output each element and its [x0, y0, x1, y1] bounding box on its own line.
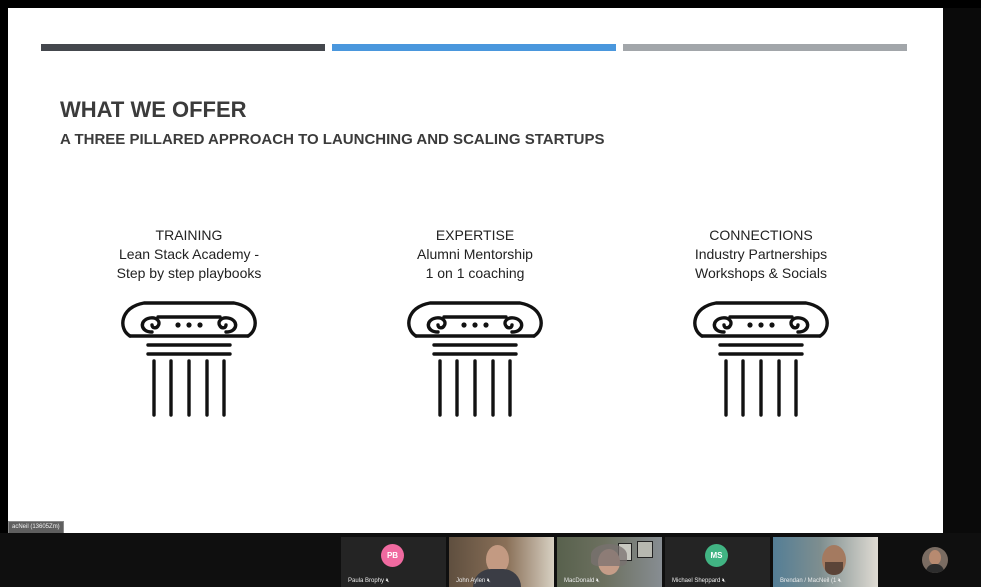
- participant-name: Brendan / MacNeil (1: [780, 578, 837, 584]
- mic-muted-icon: 🔇︎: [722, 578, 726, 584]
- participant-name: Michael Sheppard: [672, 578, 721, 584]
- picture-frame: [637, 541, 653, 558]
- greek-column-icon: [407, 301, 543, 417]
- greek-column-icon: [121, 301, 257, 417]
- pillar-line-2: Workshops & Socials: [694, 265, 827, 281]
- pillar-line-1: Lean Stack Academy -: [118, 246, 260, 262]
- slide-subtitle: A THREE PILLARED APPROACH TO LAUNCHING A…: [60, 131, 605, 148]
- mic-muted-icon: 🔇︎: [596, 578, 600, 584]
- pillar-training: TRAINING Lean Stack Academy - Step by st…: [74, 226, 304, 419]
- active-speaker-tag: acNeil (13605Zm): [8, 521, 64, 533]
- slide-title: WHAT WE OFFER: [60, 97, 247, 122]
- pillar-heading: CONNECTIONS: [709, 227, 813, 243]
- meeting-screen: WHAT WE OFFER A THREE PILLARED APPROACH …: [0, 0, 981, 587]
- participant-tile[interactable]: MS Michael Sheppard 🔇︎: [665, 537, 770, 587]
- pillar-connections: CONNECTIONS Industry Partnerships Worksh…: [646, 226, 876, 419]
- participant-name: John Aylen: [456, 578, 486, 584]
- pillar-heading: EXPERTISE: [435, 227, 515, 243]
- participant-video-face: [929, 550, 941, 565]
- pillar-line-1: Industry Partnerships: [694, 246, 828, 262]
- pillar-heading: TRAINING: [155, 227, 223, 243]
- participant-tile[interactable]: John Aylen 🔇︎: [449, 537, 554, 587]
- accent-bar-blue: [332, 44, 616, 51]
- self-view-avatar[interactable]: [922, 547, 948, 573]
- participant-video-hair: [591, 544, 627, 566]
- pillar-line-2: 1 on 1 coaching: [425, 265, 525, 281]
- screen-share-margin: [943, 8, 981, 533]
- participant-tile[interactable]: PB Paula Brophy 🔇︎: [341, 537, 446, 587]
- pillar-line-1: Alumni Mentorship: [417, 246, 533, 262]
- mic-muted-icon: 🔇︎: [486, 578, 491, 584]
- accent-bar-gray: [623, 44, 907, 51]
- participant-video-body: [926, 564, 944, 573]
- avatar: MS: [705, 544, 728, 567]
- mic-muted-icon: 🔇︎: [838, 578, 842, 584]
- participant-video-beard: [825, 562, 843, 575]
- participant-filmstrip: PB Paula Brophy 🔇︎ John Aylen 🔇︎ MacDona…: [0, 533, 981, 587]
- greek-column-icon: [693, 301, 829, 417]
- avatar: PB: [381, 544, 404, 567]
- participant-tile[interactable]: MacDonald 🔇︎: [557, 537, 662, 587]
- participant-tile[interactable]: Brendan / MacNeil (1 🔇︎: [773, 537, 878, 587]
- accent-bar-dark: [41, 44, 325, 51]
- pillar-expertise: EXPERTISE Alumni Mentorship 1 on 1 coach…: [360, 226, 590, 419]
- mic-muted-icon: 🔇︎: [385, 578, 390, 584]
- shared-slide: WHAT WE OFFER A THREE PILLARED APPROACH …: [8, 8, 943, 533]
- pillar-line-2: Step by step playbooks: [116, 265, 262, 281]
- participant-name: Paula Brophy: [348, 578, 385, 584]
- participant-name: MacDonald: [564, 578, 595, 584]
